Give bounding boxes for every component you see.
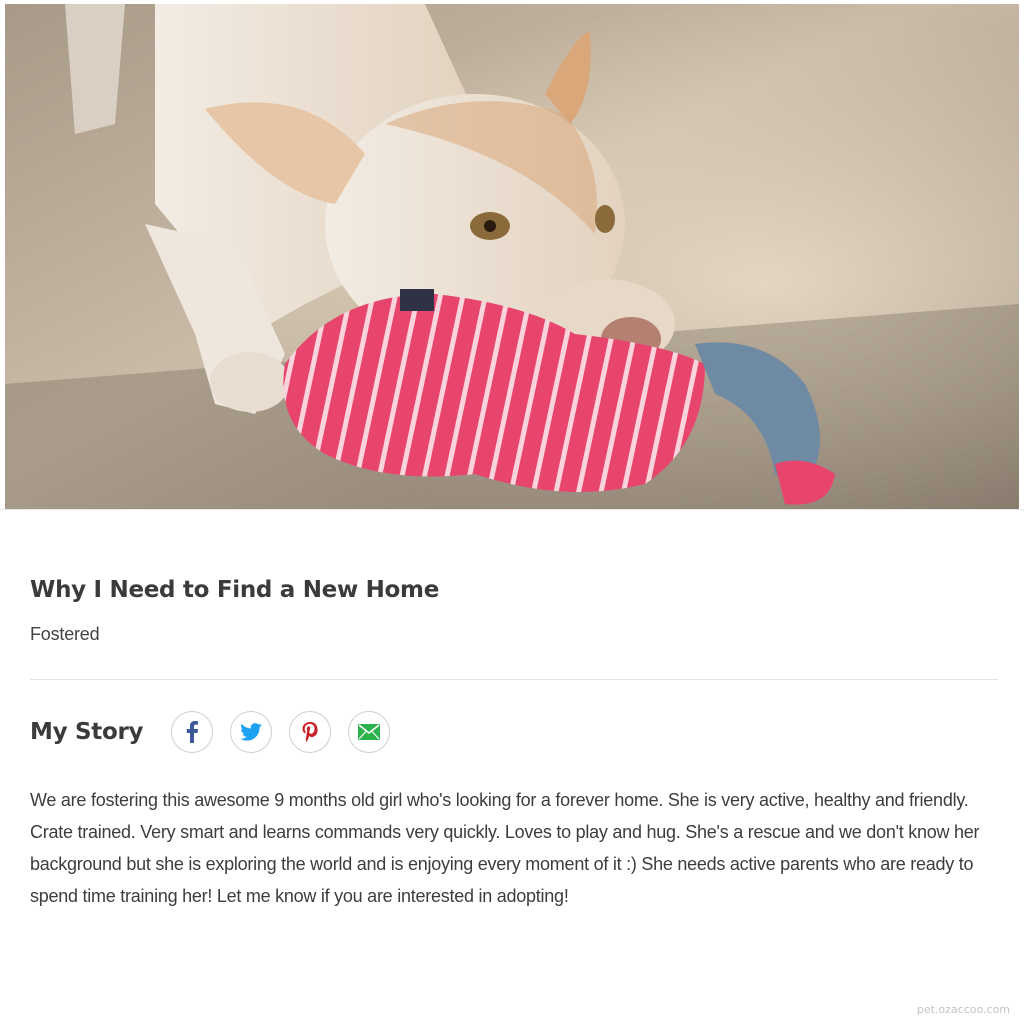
facebook-share-button[interactable] (171, 711, 214, 753)
twitter-icon (240, 723, 262, 741)
story-body: We are fostering this awesome 9 months o… (30, 790, 980, 906)
pinterest-icon (302, 722, 318, 742)
watermark: pet.ozaccoo.com (916, 1003, 1010, 1016)
twitter-share-button[interactable] (230, 711, 273, 753)
dog-photo-illustration (5, 4, 1019, 509)
pinterest-share-button[interactable] (289, 711, 332, 753)
story-header: My Story (30, 710, 1000, 754)
section-divider (30, 679, 998, 680)
email-icon (358, 724, 381, 740)
dog-photo (5, 4, 1019, 509)
photo-divider (0, 509, 1024, 510)
story-title: My Story (30, 719, 144, 745)
facebook-icon (186, 721, 199, 743)
status-text: Fostered (30, 624, 100, 644)
section-title: Why I Need to Find a New Home (30, 577, 440, 603)
email-share-button[interactable] (348, 711, 391, 753)
pet-details-card: Why I Need to Find a New Home Fostered M… (30, 570, 1000, 930)
